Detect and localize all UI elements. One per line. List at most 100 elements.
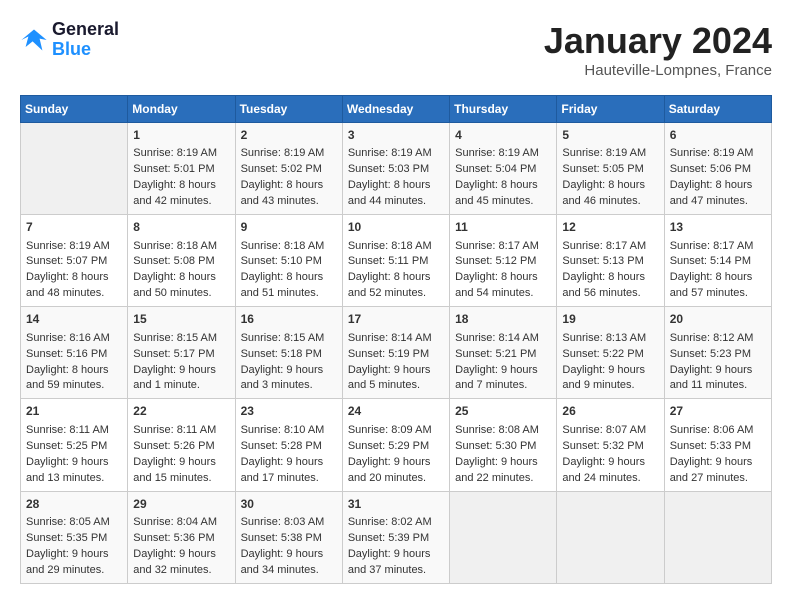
day-info: Sunrise: 8:19 AM [241,146,337,162]
title-block: January 2024 Hauteville-Lompnes, France [544,20,772,79]
calendar-cell: 6Sunrise: 8:19 AMSunset: 5:06 PMDaylight… [664,123,771,215]
calendar-cell: 18Sunrise: 8:14 AMSunset: 5:21 PMDayligh… [450,307,557,399]
day-info: Sunrise: 8:18 AM [241,239,337,255]
col-header-friday: Friday [557,96,664,123]
day-info: Sunset: 5:23 PM [670,347,766,363]
day-info: and 17 minutes. [241,471,337,487]
calendar-cell: 30Sunrise: 8:03 AMSunset: 5:38 PMDayligh… [235,491,342,583]
day-info: Sunset: 5:06 PM [670,162,766,178]
day-info: and 56 minutes. [562,286,658,302]
day-info: Sunset: 5:33 PM [670,439,766,455]
day-info: Sunset: 5:03 PM [348,162,444,178]
calendar-cell: 20Sunrise: 8:12 AMSunset: 5:23 PMDayligh… [664,307,771,399]
day-info: Sunset: 5:13 PM [562,254,658,270]
day-info: and 45 minutes. [455,194,551,210]
calendar-cell: 11Sunrise: 8:17 AMSunset: 5:12 PMDayligh… [450,215,557,307]
day-info: Daylight: 8 hours [455,270,551,286]
day-info: and 11 minutes. [670,378,766,394]
day-number: 26 [562,403,658,420]
day-info: Daylight: 9 hours [133,547,229,563]
day-info: Sunrise: 8:17 AM [455,239,551,255]
day-info: Daylight: 9 hours [241,455,337,471]
day-info: Sunset: 5:19 PM [348,347,444,363]
day-info: and 22 minutes. [455,471,551,487]
day-info: Sunrise: 8:19 AM [670,146,766,162]
day-info: Daylight: 8 hours [241,270,337,286]
day-info: Daylight: 9 hours [670,455,766,471]
day-info: Sunset: 5:28 PM [241,439,337,455]
day-info: Daylight: 8 hours [133,178,229,194]
calendar-cell: 19Sunrise: 8:13 AMSunset: 5:22 PMDayligh… [557,307,664,399]
calendar-cell: 13Sunrise: 8:17 AMSunset: 5:14 PMDayligh… [664,215,771,307]
day-number: 17 [348,311,444,328]
calendar-header-row: SundayMondayTuesdayWednesdayThursdayFrid… [21,96,772,123]
page-header: General Blue January 2024 Hauteville-Lom… [20,20,772,79]
calendar-cell [21,123,128,215]
calendar-cell: 26Sunrise: 8:07 AMSunset: 5:32 PMDayligh… [557,399,664,491]
day-info: Sunset: 5:16 PM [26,347,122,363]
day-info: Sunset: 5:05 PM [562,162,658,178]
calendar-cell: 14Sunrise: 8:16 AMSunset: 5:16 PMDayligh… [21,307,128,399]
day-info: Daylight: 9 hours [670,363,766,379]
day-info: Sunrise: 8:07 AM [562,423,658,439]
day-info: Sunset: 5:39 PM [348,531,444,547]
day-number: 31 [348,496,444,513]
day-number: 12 [562,219,658,236]
day-info: Sunrise: 8:11 AM [133,423,229,439]
day-info: Daylight: 9 hours [348,547,444,563]
col-header-saturday: Saturday [664,96,771,123]
day-info: Sunrise: 8:15 AM [241,331,337,347]
day-info: Sunrise: 8:19 AM [26,239,122,255]
day-info: Sunset: 5:07 PM [26,254,122,270]
day-info: Sunrise: 8:15 AM [133,331,229,347]
day-info: Daylight: 8 hours [133,270,229,286]
calendar-cell: 17Sunrise: 8:14 AMSunset: 5:19 PMDayligh… [342,307,449,399]
day-info: and 20 minutes. [348,471,444,487]
day-info: and 32 minutes. [133,563,229,579]
calendar-body: 1Sunrise: 8:19 AMSunset: 5:01 PMDaylight… [21,123,772,584]
day-number: 5 [562,127,658,144]
day-number: 23 [241,403,337,420]
calendar-cell: 22Sunrise: 8:11 AMSunset: 5:26 PMDayligh… [128,399,235,491]
day-info: and 37 minutes. [348,563,444,579]
calendar-cell [557,491,664,583]
day-info: Sunrise: 8:03 AM [241,515,337,531]
day-info: and 50 minutes. [133,286,229,302]
calendar-cell: 2Sunrise: 8:19 AMSunset: 5:02 PMDaylight… [235,123,342,215]
day-info: Daylight: 8 hours [26,363,122,379]
calendar-cell: 5Sunrise: 8:19 AMSunset: 5:05 PMDaylight… [557,123,664,215]
calendar-cell: 8Sunrise: 8:18 AMSunset: 5:08 PMDaylight… [128,215,235,307]
day-info: Daylight: 9 hours [562,363,658,379]
day-number: 6 [670,127,766,144]
calendar-week-row: 7Sunrise: 8:19 AMSunset: 5:07 PMDaylight… [21,215,772,307]
calendar-cell: 29Sunrise: 8:04 AMSunset: 5:36 PMDayligh… [128,491,235,583]
calendar-week-row: 14Sunrise: 8:16 AMSunset: 5:16 PMDayligh… [21,307,772,399]
day-info: Sunrise: 8:08 AM [455,423,551,439]
calendar-cell: 28Sunrise: 8:05 AMSunset: 5:35 PMDayligh… [21,491,128,583]
day-info: Sunset: 5:04 PM [455,162,551,178]
day-info: Sunset: 5:14 PM [670,254,766,270]
day-number: 27 [670,403,766,420]
day-info: Sunrise: 8:06 AM [670,423,766,439]
day-info: Sunrise: 8:11 AM [26,423,122,439]
calendar-cell: 4Sunrise: 8:19 AMSunset: 5:04 PMDaylight… [450,123,557,215]
day-info: Sunrise: 8:13 AM [562,331,658,347]
calendar-week-row: 28Sunrise: 8:05 AMSunset: 5:35 PMDayligh… [21,491,772,583]
day-info: Sunrise: 8:04 AM [133,515,229,531]
day-info: and 57 minutes. [670,286,766,302]
calendar-cell [664,491,771,583]
day-number: 10 [348,219,444,236]
day-info: Daylight: 8 hours [562,178,658,194]
col-header-thursday: Thursday [450,96,557,123]
day-info: Sunset: 5:32 PM [562,439,658,455]
day-info: and 1 minute. [133,378,229,394]
day-number: 24 [348,403,444,420]
day-info: Daylight: 9 hours [348,455,444,471]
day-info: Sunrise: 8:17 AM [670,239,766,255]
calendar-cell: 1Sunrise: 8:19 AMSunset: 5:01 PMDaylight… [128,123,235,215]
day-info: Sunset: 5:10 PM [241,254,337,270]
day-info: and 52 minutes. [348,286,444,302]
col-header-tuesday: Tuesday [235,96,342,123]
day-number: 25 [455,403,551,420]
calendar-cell: 3Sunrise: 8:19 AMSunset: 5:03 PMDaylight… [342,123,449,215]
